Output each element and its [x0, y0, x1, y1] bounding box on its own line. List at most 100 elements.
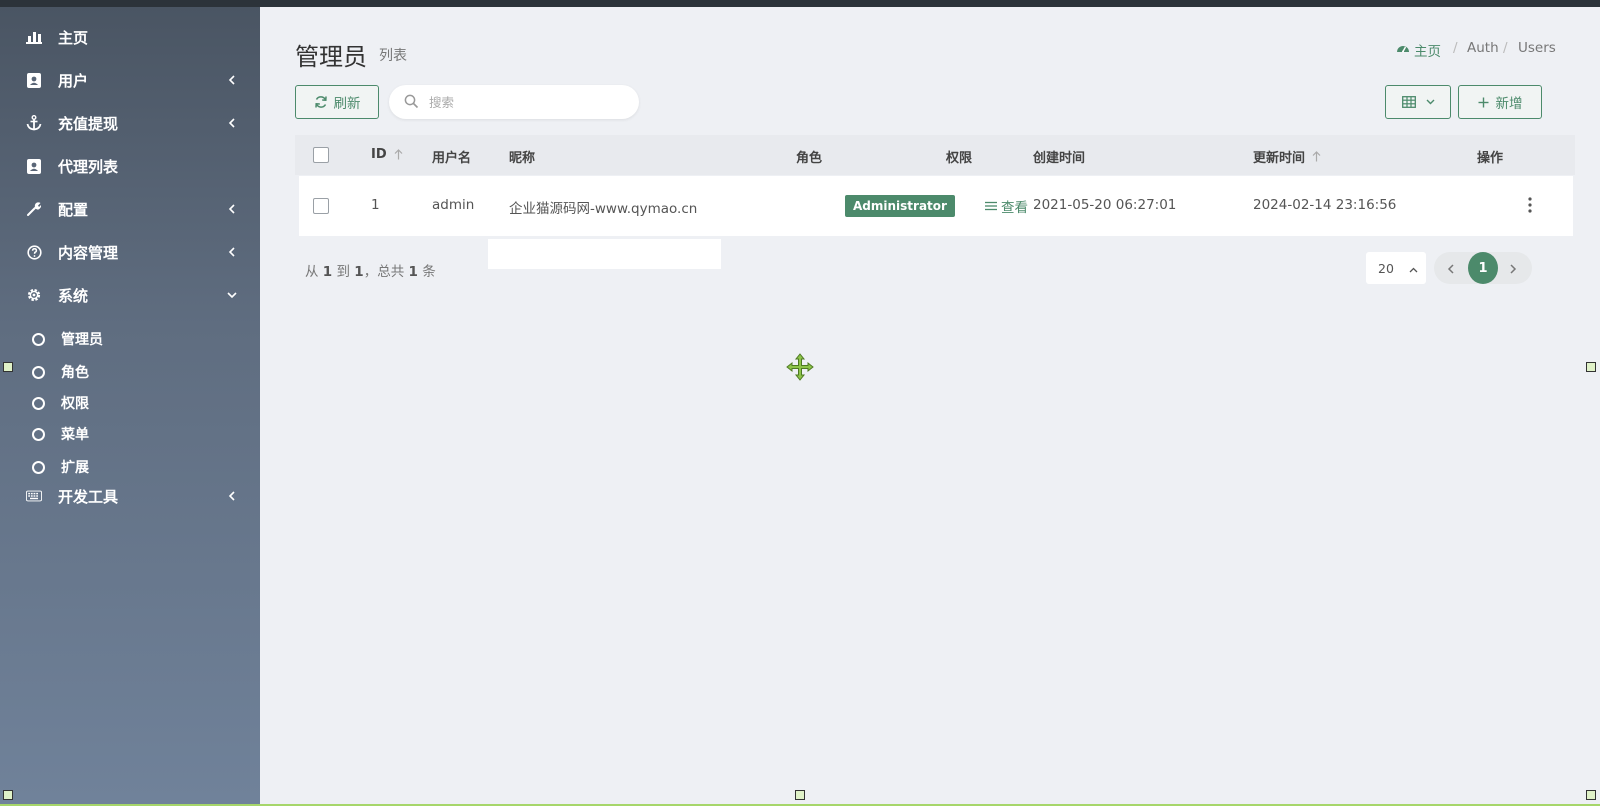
sidebar-item-recharge[interactable]: 充值提现	[0, 103, 260, 143]
sidebar-item-users[interactable]: 用户	[0, 60, 260, 100]
refresh-icon	[314, 95, 328, 109]
sidebar-item-label: 开发工具	[58, 487, 119, 506]
next-page-icon[interactable]	[1506, 261, 1520, 275]
breadcrumb-separator: /	[1453, 40, 1458, 56]
main-content: 管理员 列表 主页 / Auth / Users 刷新 新增	[260, 7, 1600, 804]
anchor-icon	[26, 115, 42, 131]
plus-icon	[1478, 97, 1489, 108]
dashboard-icon	[1396, 42, 1410, 58]
sidebar-subitem-label: 管理员	[61, 332, 103, 348]
user-card-icon	[26, 158, 42, 174]
sidebar-subitem-roles[interactable]: 角色	[0, 357, 260, 387]
cell-created-at: 2021-05-20 06:27:01	[1033, 197, 1177, 213]
chevron-up-icon	[1409, 261, 1418, 276]
sidebar-subitem-permissions[interactable]: 权限	[0, 388, 260, 418]
view-permissions-link[interactable]: 查看	[985, 196, 1028, 216]
circle-icon	[32, 332, 45, 346]
top-bar	[0, 0, 1600, 7]
circle-icon	[32, 427, 45, 441]
gear-icon	[26, 287, 42, 303]
breadcrumb-separator: /	[1503, 40, 1508, 56]
resize-handle[interactable]	[1586, 790, 1596, 800]
chevron-down-icon	[226, 289, 238, 301]
pagination-info: 从 1 到 1，总共 1 条	[305, 264, 436, 280]
table-icon	[1401, 96, 1416, 108]
row-checkbox[interactable]	[313, 198, 329, 214]
chevron-left-icon	[226, 246, 238, 258]
breadcrumb-item[interactable]: Auth	[1467, 40, 1499, 56]
more-actions-icon[interactable]	[1525, 196, 1535, 214]
list-icon	[985, 201, 997, 211]
breadcrumb-item: Users	[1518, 40, 1556, 56]
question-circle-icon	[26, 244, 42, 260]
chevron-left-icon	[226, 203, 238, 215]
breadcrumb-home[interactable]: 主页	[1396, 40, 1441, 60]
sidebar-subitem-label: 菜单	[61, 427, 89, 443]
refresh-button[interactable]: 刷新	[295, 85, 379, 119]
add-button[interactable]: 新增	[1458, 85, 1542, 119]
blank-panel	[488, 239, 721, 269]
resize-handle[interactable]	[1586, 362, 1596, 372]
sidebar-subitem-label: 角色	[61, 365, 89, 381]
cell-username: admin	[432, 197, 475, 213]
cell-id: 1	[371, 197, 380, 213]
add-label: 新增	[1495, 96, 1523, 112]
sidebar-item-home[interactable]: 主页	[0, 17, 260, 57]
chevron-left-icon	[226, 117, 238, 129]
page-title: 管理员	[295, 43, 367, 71]
sort-arrow-icon	[394, 149, 403, 160]
user-card-icon	[26, 72, 42, 88]
sidebar-item-label: 用户	[58, 71, 89, 90]
page-subtitle: 列表	[379, 48, 407, 64]
search-box	[389, 85, 639, 119]
sidebar-subitem-label: 权限	[61, 396, 89, 412]
refresh-label: 刷新	[333, 96, 361, 112]
per-page-select[interactable]: 20	[1366, 252, 1426, 284]
column-header-updated-at[interactable]: 更新时间	[1253, 147, 1321, 166]
move-cursor-icon	[786, 353, 814, 385]
prev-page-icon[interactable]	[1444, 261, 1458, 275]
table-header: ID 用户名 昵称 角色 权限 创建时间 更新时间 操作	[295, 135, 1575, 175]
resize-handle[interactable]	[3, 790, 13, 800]
sidebar-item-label: 代理列表	[58, 157, 119, 176]
sidebar-item-label: 充值提现	[58, 114, 119, 133]
table-row: 1 admin 企业猫源码网-www.qymao.cn Administrato…	[299, 176, 1573, 236]
sidebar-item-agents[interactable]: 代理列表	[0, 146, 260, 186]
sidebar: 主页 用户 充值提现 代理列表 配置 内容管理 系统 管理员 角色 权限 菜单 …	[0, 7, 260, 804]
bottom-border	[0, 804, 1600, 809]
sort-arrow-icon	[1312, 151, 1321, 162]
column-header-permission: 权限	[946, 151, 973, 166]
chevron-down-icon	[1426, 99, 1435, 105]
breadcrumb-home-label: 主页	[1414, 44, 1441, 60]
column-header-role: 角色	[796, 151, 823, 166]
pagination: 1	[1434, 252, 1532, 284]
wrench-icon	[26, 201, 42, 217]
sidebar-item-config[interactable]: 配置	[0, 189, 260, 229]
column-header-username: 用户名	[432, 151, 472, 166]
chevron-left-icon	[226, 74, 238, 86]
sidebar-item-label: 配置	[58, 200, 89, 219]
sidebar-item-content[interactable]: 内容管理	[0, 232, 260, 272]
sidebar-item-label: 主页	[58, 28, 89, 47]
column-header-created-at: 创建时间	[1033, 151, 1086, 166]
chevron-left-icon	[226, 490, 238, 502]
column-header-nickname: 昵称	[509, 151, 536, 166]
sidebar-subitem-admins[interactable]: 管理员	[0, 324, 260, 354]
circle-icon	[32, 365, 45, 379]
role-badge: Administrator	[845, 195, 955, 217]
sidebar-item-dev-tools[interactable]: 开发工具	[0, 476, 260, 516]
sidebar-item-system[interactable]: 系统	[0, 275, 260, 315]
keyboard-icon	[26, 488, 42, 504]
cell-updated-at: 2024-02-14 23:16:56	[1253, 197, 1397, 213]
search-icon	[404, 94, 419, 113]
resize-handle[interactable]	[795, 790, 805, 800]
column-toggle-button[interactable]	[1385, 85, 1451, 119]
select-all-checkbox[interactable]	[313, 147, 329, 163]
search-input[interactable]	[429, 85, 629, 119]
column-header-id[interactable]: ID	[371, 147, 403, 162]
circle-icon	[32, 460, 45, 474]
sidebar-subitem-menu[interactable]: 菜单	[0, 419, 260, 449]
page-button-current[interactable]: 1	[1468, 252, 1498, 284]
resize-handle[interactable]	[3, 362, 13, 372]
per-page-value: 20	[1378, 260, 1394, 276]
